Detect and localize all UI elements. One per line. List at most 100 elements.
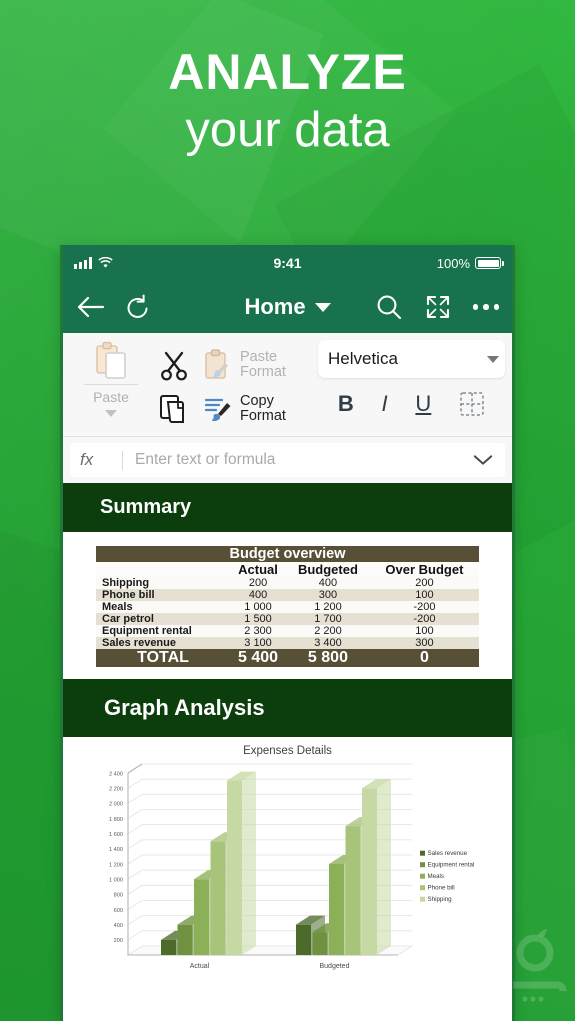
- column-header-budgeted: Budgeted: [286, 562, 370, 577]
- bar: [361, 779, 391, 955]
- legend-swatch: [419, 850, 425, 856]
- row-value: 300: [369, 637, 479, 649]
- underline-button[interactable]: U: [415, 391, 431, 417]
- row-label: Shipping: [96, 577, 231, 589]
- copy-format-label-line2: Format: [240, 408, 286, 424]
- lines-brush-icon: [204, 398, 231, 422]
- table-row[interactable]: Car petrol 1 500 1 700 -200: [96, 613, 479, 625]
- search-icon[interactable]: [375, 293, 403, 321]
- row-label: Sales revenue: [96, 637, 231, 649]
- row-value: 100: [369, 589, 479, 601]
- table-row[interactable]: Phone bill 400 300 100: [96, 589, 479, 601]
- cell-borders-icon[interactable]: [459, 391, 485, 417]
- section-header-summary: Summary: [60, 483, 515, 532]
- table-row[interactable]: Meals 1 000 1 200 -200: [96, 601, 479, 613]
- legend-label: Sales revenue: [427, 850, 467, 857]
- y-axis-tick-label: 1 200: [109, 862, 123, 868]
- fx-label: fx: [80, 450, 94, 469]
- column-header-blank: [96, 562, 231, 577]
- chart-title: Expenses Details: [243, 745, 332, 757]
- farsroid-logo-watermark: [513, 929, 567, 1002]
- column-header-over-budget: Over Budget: [369, 562, 479, 577]
- font-name-select[interactable]: Helvetica: [318, 340, 505, 378]
- row-value: 2 200: [286, 625, 370, 637]
- bold-button[interactable]: B: [338, 391, 354, 417]
- battery-full-icon: [475, 257, 504, 269]
- row-value: 3 100: [230, 637, 287, 649]
- paste-divider: [84, 384, 138, 385]
- x-axis-tick-label: Actual: [189, 963, 209, 970]
- row-label: Phone bill: [96, 589, 231, 601]
- table-row[interactable]: Sales revenue 3 100 3 400 300: [96, 637, 479, 649]
- table-row[interactable]: Shipping 200 400 200: [96, 577, 479, 589]
- formula-input[interactable]: Enter text or formula: [135, 451, 473, 469]
- headline-line-2: your data: [185, 102, 390, 157]
- status-bar: 9:41 100%: [60, 245, 515, 281]
- headline-line-1: ANALYZE: [168, 44, 407, 100]
- undo-icon[interactable]: [124, 294, 152, 320]
- caret-down-icon: [314, 302, 331, 312]
- budget-overview-table: Budget overview Actual Budgeted Over Bud…: [96, 546, 479, 667]
- clipboard-paste-icon: [96, 341, 126, 379]
- budget-table-title-row: Budget overview: [96, 546, 479, 562]
- row-value: 1 000: [230, 601, 287, 613]
- total-value: 5 400: [230, 649, 287, 667]
- legend-label: Phone bill: [427, 885, 454, 892]
- expenses-details-bar-chart: 200 400 600 800 1 000 1 200 1 400 1 600 1 800 2 0…: [109, 763, 474, 970]
- caret-down-icon: [105, 410, 117, 417]
- y-axis-tick-label: 1 000: [109, 878, 123, 884]
- column-header-actual: Actual: [230, 562, 287, 577]
- total-label: TOTAL: [96, 649, 231, 667]
- row-label: Equipment rental: [96, 625, 231, 637]
- budget-table-total-row: TOTAL 5 400 5 800 0: [96, 649, 479, 667]
- fullscreen-expand-icon[interactable]: [425, 294, 451, 320]
- paste-format-label-line2: Format: [240, 364, 286, 380]
- legend-swatch: [419, 885, 425, 891]
- row-label: Meals: [96, 601, 231, 613]
- y-axis-tick-label: 1 600: [109, 832, 123, 838]
- caret-down-icon: [487, 356, 499, 363]
- row-value: 200: [230, 577, 287, 589]
- row-value: 100: [369, 625, 479, 637]
- y-axis-tick-label: 2 200: [109, 787, 123, 793]
- chevron-down-icon[interactable]: [473, 453, 495, 467]
- row-value: 300: [286, 589, 370, 601]
- y-axis-tick-label: 1 400: [109, 847, 123, 853]
- x-axis-tick-label: Budgeted: [319, 963, 349, 970]
- row-value: 1 500: [230, 613, 287, 625]
- paste-format-button[interactable]: Paste Format: [204, 349, 310, 381]
- legend-swatch: [419, 896, 425, 902]
- italic-button[interactable]: I: [382, 391, 388, 417]
- copy-format-button[interactable]: Copy Format: [204, 393, 310, 425]
- row-value: 1 700: [286, 613, 370, 625]
- budget-table-header-row: Actual Budgeted Over Budget: [96, 562, 479, 577]
- phone-mockup: 9:41 100% Home Paste Paste Format Copy F…: [60, 245, 515, 1021]
- more-horizontal-icon[interactable]: [472, 304, 499, 310]
- promo-headline: ANALYZE your data: [0, 46, 575, 157]
- paste-format-label-line1: Paste: [240, 348, 278, 365]
- row-value: 1 200: [286, 601, 370, 613]
- row-value: 3 400: [286, 637, 370, 649]
- row-value: 2 300: [230, 625, 287, 637]
- legend-label: Equipment rental: [427, 862, 474, 869]
- phone-frame-left: [60, 245, 63, 1021]
- table-row[interactable]: Equipment rental 2 300 2 200 100: [96, 625, 479, 637]
- legend-swatch: [419, 873, 425, 879]
- scissors-icon[interactable]: [158, 350, 190, 382]
- row-value: 200: [369, 577, 479, 589]
- y-axis-tick-label: 2 000: [109, 802, 123, 808]
- y-axis-tick-label: 200: [113, 938, 122, 944]
- row-value: 400: [286, 577, 370, 589]
- paste-button[interactable]: Paste: [74, 338, 148, 436]
- ribbon-toolbar: Paste Paste Format Copy Format Helvetica…: [60, 333, 515, 437]
- row-value: -200: [369, 613, 479, 625]
- summary-sheet: Budget overview Actual Budgeted Over Bud…: [60, 532, 515, 679]
- y-axis-tick-label: 600: [113, 908, 122, 914]
- back-arrow-icon[interactable]: [76, 295, 106, 319]
- clipboard-brush-icon: [205, 349, 228, 379]
- legend-label: Shipping: [427, 896, 452, 903]
- copy-pages-icon[interactable]: [158, 393, 190, 425]
- font-name-value: Helvetica: [328, 349, 398, 368]
- y-axis-tick-label: 400: [113, 923, 122, 929]
- total-value: 0: [369, 649, 479, 667]
